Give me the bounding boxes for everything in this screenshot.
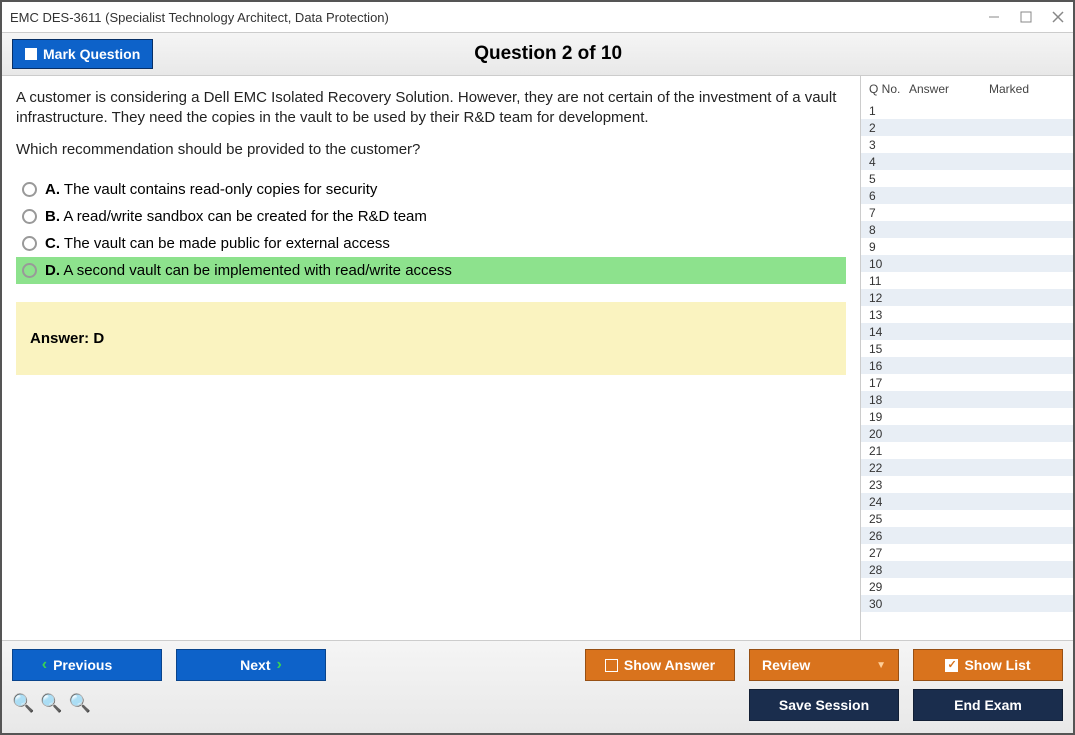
- content-area: A customer is considering a Dell EMC Iso…: [2, 76, 1073, 640]
- list-item[interactable]: 7: [861, 204, 1073, 221]
- titlebar: EMC DES-3611 (Specialist Technology Arch…: [2, 2, 1073, 32]
- option-text: The vault can be made public for externa…: [64, 235, 390, 252]
- list-item[interactable]: 28: [861, 561, 1073, 578]
- button-row-1: ‹ Previous Next › Show Answer Review ▼ S…: [12, 649, 1063, 681]
- list-item[interactable]: 20: [861, 425, 1073, 442]
- option-row[interactable]: C. The vault can be made public for exte…: [16, 230, 846, 257]
- option-letter: A.: [45, 181, 60, 198]
- previous-button[interactable]: ‹ Previous: [12, 649, 162, 681]
- zoom-in-icon[interactable]: 🔍: [40, 693, 62, 714]
- next-button[interactable]: Next ›: [176, 649, 326, 681]
- list-item[interactable]: 1: [861, 102, 1073, 119]
- list-item[interactable]: 23: [861, 476, 1073, 493]
- review-button[interactable]: Review ▼: [749, 649, 899, 681]
- footer: ‹ Previous Next › Show Answer Review ▼ S…: [2, 640, 1073, 733]
- option-row[interactable]: D. A second vault can be implemented wit…: [16, 257, 846, 284]
- close-icon[interactable]: [1051, 10, 1065, 24]
- radio-icon: [22, 236, 37, 251]
- option-letter: C.: [45, 235, 60, 252]
- app-window: EMC DES-3611 (Specialist Technology Arch…: [0, 0, 1075, 735]
- list-item[interactable]: 16: [861, 357, 1073, 374]
- option-letter: B.: [45, 208, 60, 225]
- window-controls: [987, 10, 1065, 24]
- previous-label: Previous: [53, 657, 112, 673]
- save-session-button[interactable]: Save Session: [749, 689, 899, 721]
- button-row-2: 🔍 🔍 🔍 Save Session End Exam: [12, 689, 1063, 721]
- show-list-label: Show List: [964, 657, 1030, 673]
- end-exam-label: End Exam: [954, 697, 1022, 713]
- maximize-icon[interactable]: [1019, 10, 1033, 24]
- show-answer-label: Show Answer: [624, 657, 715, 673]
- option-text: A second vault can be implemented with r…: [63, 262, 452, 279]
- list-item[interactable]: 24: [861, 493, 1073, 510]
- review-label: Review: [762, 657, 810, 673]
- list-item[interactable]: 6: [861, 187, 1073, 204]
- list-item[interactable]: 30: [861, 595, 1073, 612]
- options-list: A. The vault contains read-only copies f…: [16, 176, 846, 284]
- option-text: A read/write sandbox can be created for …: [63, 208, 427, 225]
- checkbox-checked-icon: [945, 659, 958, 672]
- list-item[interactable]: 3: [861, 136, 1073, 153]
- header-qno: Q No.: [865, 82, 909, 96]
- option-text: The vault contains read-only copies for …: [64, 181, 377, 198]
- question-prompt: Which recommendation should be provided …: [16, 141, 846, 158]
- list-item[interactable]: 12: [861, 289, 1073, 306]
- chevron-right-icon: ›: [277, 656, 282, 674]
- checkbox-icon: [605, 659, 618, 672]
- question-list-panel: Q No. Answer Marked 12345678910111213141…: [860, 76, 1073, 640]
- list-item[interactable]: 18: [861, 391, 1073, 408]
- list-item[interactable]: 21: [861, 442, 1073, 459]
- option-letter: D.: [45, 262, 60, 279]
- zoom-reset-icon[interactable]: 🔍: [12, 693, 34, 714]
- list-item[interactable]: 11: [861, 272, 1073, 289]
- list-item[interactable]: 15: [861, 340, 1073, 357]
- question-number-list[interactable]: 1234567891011121314151617181920212223242…: [861, 102, 1073, 640]
- show-answer-button[interactable]: Show Answer: [585, 649, 735, 681]
- list-item[interactable]: 10: [861, 255, 1073, 272]
- next-label: Next: [240, 657, 270, 673]
- header-marked: Marked: [989, 82, 1069, 96]
- window-title: EMC DES-3611 (Specialist Technology Arch…: [10, 10, 987, 25]
- question-text: A customer is considering a Dell EMC Iso…: [16, 88, 846, 129]
- question-panel: A customer is considering a Dell EMC Iso…: [2, 76, 860, 640]
- list-item[interactable]: 8: [861, 221, 1073, 238]
- answer-box: Answer: D: [16, 302, 846, 375]
- list-item[interactable]: 22: [861, 459, 1073, 476]
- option-row[interactable]: A. The vault contains read-only copies f…: [16, 176, 846, 203]
- list-item[interactable]: 17: [861, 374, 1073, 391]
- chevron-left-icon: ‹: [42, 656, 47, 674]
- list-header: Q No. Answer Marked: [861, 76, 1073, 102]
- chevron-down-icon: ▼: [876, 660, 886, 671]
- radio-icon: [22, 209, 37, 224]
- list-item[interactable]: 26: [861, 527, 1073, 544]
- list-item[interactable]: 25: [861, 510, 1073, 527]
- end-exam-button[interactable]: End Exam: [913, 689, 1063, 721]
- list-item[interactable]: 29: [861, 578, 1073, 595]
- zoom-out-icon[interactable]: 🔍: [69, 693, 91, 714]
- list-item[interactable]: 19: [861, 408, 1073, 425]
- header-answer: Answer: [909, 82, 989, 96]
- radio-icon: [22, 182, 37, 197]
- list-item[interactable]: 2: [861, 119, 1073, 136]
- question-header: Question 2 of 10: [33, 43, 1063, 65]
- show-list-button[interactable]: Show List: [913, 649, 1063, 681]
- minimize-icon[interactable]: [987, 10, 1001, 24]
- toolbar: Mark Question Question 2 of 10: [2, 32, 1073, 76]
- list-item[interactable]: 4: [861, 153, 1073, 170]
- option-row[interactable]: B. A read/write sandbox can be created f…: [16, 203, 846, 230]
- list-item[interactable]: 13: [861, 306, 1073, 323]
- list-item[interactable]: 14: [861, 323, 1073, 340]
- zoom-controls: 🔍 🔍 🔍: [12, 691, 91, 720]
- list-item[interactable]: 5: [861, 170, 1073, 187]
- list-item[interactable]: 9: [861, 238, 1073, 255]
- save-session-label: Save Session: [779, 697, 869, 713]
- radio-icon: [22, 263, 37, 278]
- list-item[interactable]: 27: [861, 544, 1073, 561]
